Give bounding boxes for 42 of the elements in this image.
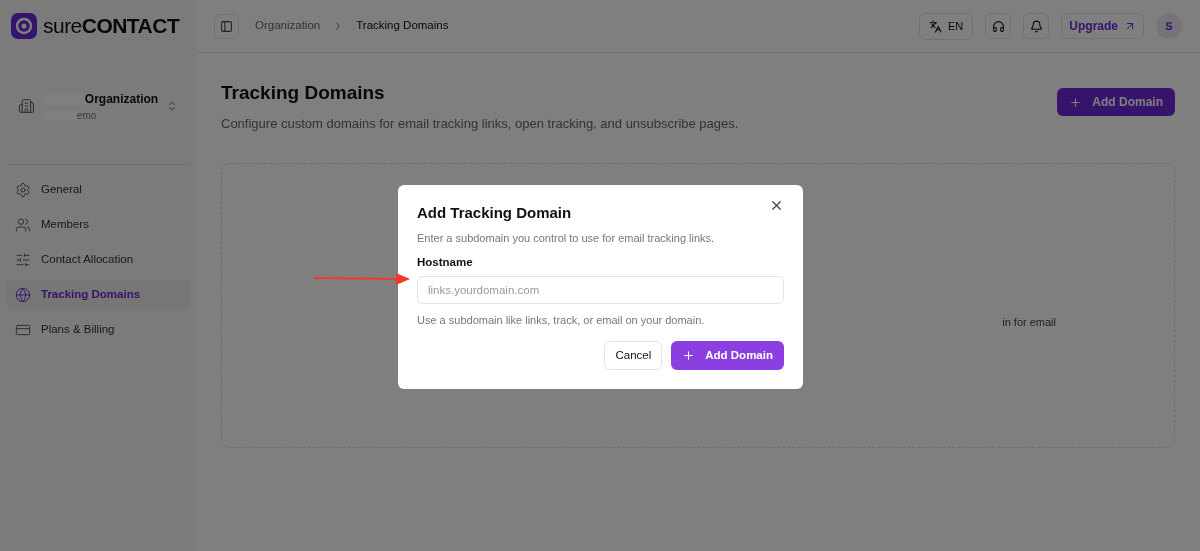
field-hint: Use a subdomain like links, track, or email on your domain. — [417, 313, 706, 329]
upgrade-button[interactable]: Upgrade — [1061, 13, 1144, 39]
building-icon — [18, 96, 35, 116]
sidebar-item[interactable]: Tracking Domains — [6, 280, 190, 309]
brand-name: sureCONTACT — [43, 13, 180, 40]
globe-icon — [15, 286, 31, 303]
sidebar-item[interactable]: General — [6, 175, 190, 204]
notifications-button[interactable] — [1023, 13, 1050, 39]
plus-icon — [1069, 95, 1083, 109]
empty-state-text: in for email — [1002, 315, 1056, 330]
cancel-button[interactable]: Cancel — [604, 340, 663, 370]
support-button[interactable] — [985, 13, 1012, 39]
organization-name: Organization — [84, 90, 159, 108]
translate-icon — [929, 19, 943, 33]
logo-icon — [11, 13, 37, 39]
breadcrumb-current: Tracking Domains — [356, 18, 449, 34]
sidebar-item[interactable]: Contact Allocation — [6, 245, 190, 274]
hostname-input[interactable]: links.yourdomain.com — [417, 276, 784, 305]
headphones-icon — [991, 19, 1005, 33]
language-button[interactable]: EN — [919, 12, 974, 40]
arrow-icon — [314, 272, 410, 286]
sliders-icon — [15, 251, 31, 268]
dialog-description: Enter a subdomain you control to use for email tracking links. — [417, 230, 716, 246]
settings-icon — [15, 181, 31, 198]
users-icon — [15, 216, 31, 233]
external-link-icon — [1124, 20, 1136, 32]
bell-icon — [1029, 19, 1043, 33]
field-label: Hostname — [417, 255, 474, 270]
page-description: Configure custom domains for email tracking links, open tracking, and unsubscribe pages. — [221, 114, 740, 133]
sidebar-toggle-button[interactable] — [214, 13, 239, 39]
page-title: Tracking Domains — [221, 81, 386, 105]
chevrons-icon — [166, 99, 178, 113]
close-button[interactable] — [769, 198, 784, 213]
add-domain-button[interactable]: Add Domain — [1057, 88, 1175, 116]
dialog-title: Add Tracking Domain — [417, 203, 572, 223]
sidebar-item[interactable]: Plans & Billing — [6, 315, 190, 344]
sidebar-item[interactable]: Members — [6, 210, 190, 239]
panel-icon — [220, 19, 233, 33]
user-avatar[interactable]: S — [1156, 13, 1182, 39]
submit-button[interactable]: Add Domain — [671, 340, 784, 370]
plus-icon — [682, 348, 696, 362]
breadcrumb-link[interactable]: Organization — [255, 17, 321, 35]
